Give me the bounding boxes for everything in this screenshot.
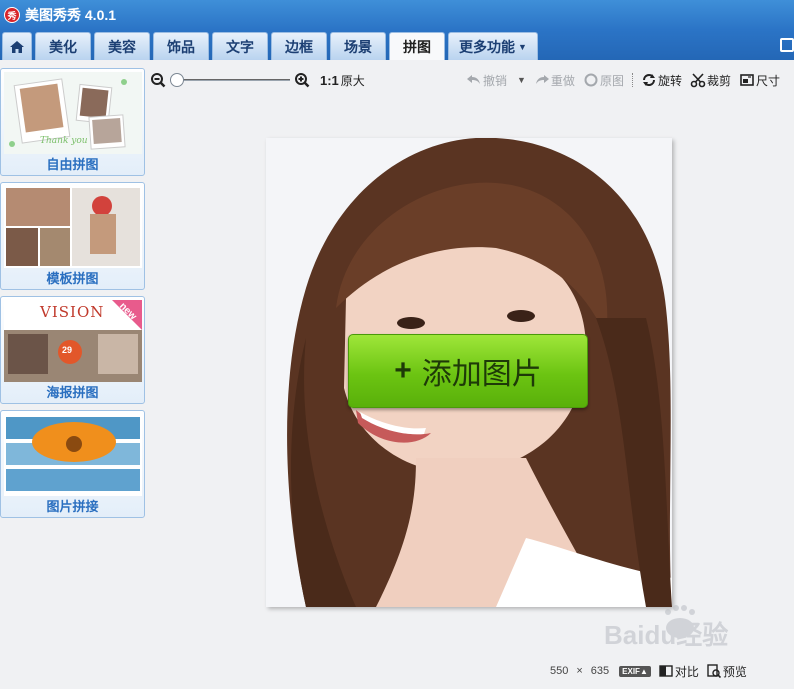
template-collage-thumbnail [4, 186, 142, 268]
sidebar-item-image-stitch[interactable]: 图片拼接 [0, 410, 145, 518]
add-image-label: 添加图片 [421, 358, 542, 391]
sidebar-item-free-collage[interactable]: Thank you 自由拼图 [0, 68, 145, 176]
original-icon [584, 73, 598, 87]
tab-scene[interactable]: 场景 [330, 32, 386, 60]
zoom-slider[interactable] [170, 72, 290, 88]
tab-beautify[interactable]: 美化 [35, 32, 91, 60]
undo-label: 撤销 [482, 73, 507, 88]
original-size-button[interactable]: 原大 [341, 72, 365, 89]
poster-title-text: VISION [40, 303, 105, 321]
original-label: 原图 [599, 73, 624, 88]
thumb-caption: Thank you [40, 136, 88, 146]
preview-button[interactable]: 预览 [707, 663, 747, 680]
tab-text[interactable]: 文字 [212, 32, 268, 60]
poster-number-text: 29 [62, 345, 73, 355]
resize-icon [740, 74, 754, 86]
resize-button[interactable]: 尺寸 [739, 72, 780, 89]
chevron-down-icon: ▼ [518, 41, 527, 52]
sidebar-item-template-collage[interactable]: 模板拼图 [0, 182, 145, 290]
zoom-slider-knob[interactable] [170, 73, 184, 87]
title-bar: 秀 美图秀秀 4.0.1 [0, 0, 794, 30]
original-image-button[interactable]: 原图 [583, 72, 624, 89]
crop-label: 裁剪 [706, 73, 731, 88]
undo-button[interactable]: 撤销 [466, 72, 507, 89]
tab-more[interactable]: 更多功能 ▼ [448, 32, 538, 60]
toolbar-divider [631, 73, 633, 87]
exif-button[interactable]: EXIF▲ [619, 665, 651, 677]
tab-decor[interactable]: 饰品 [153, 32, 209, 60]
home-icon [10, 40, 24, 53]
tab-collage[interactable]: 拼图 [389, 32, 445, 60]
edit-toolbar: 1:1 原大 撤销 ▼ 重做 原图 旋转 裁剪 尺寸 [150, 68, 794, 92]
preview-icon [707, 664, 721, 678]
plus-icon: + [394, 354, 412, 387]
rotate-label: 旋转 [657, 73, 682, 88]
dimension-separator: × [576, 665, 583, 677]
compare-icon [659, 665, 673, 677]
free-collage-thumbnail: Thank you [4, 72, 142, 154]
preview-label: 预览 [722, 664, 747, 679]
sidebar-item-label: 图片拼接 [46, 499, 99, 514]
tab-frame[interactable]: 边框 [271, 32, 327, 60]
sidebar-item-label: 模板拼图 [46, 271, 99, 286]
image-stitch-thumbnail [4, 414, 142, 496]
baidu-watermark: Baidu经验 [604, 605, 728, 650]
app-logo-icon: 秀 [4, 7, 20, 23]
zoom-in-icon[interactable] [294, 72, 310, 88]
compare-label: 对比 [674, 664, 699, 679]
compare-button[interactable]: 对比 [659, 663, 699, 680]
rotate-icon [642, 74, 655, 86]
main-tab-bar: 美化 美容 饰品 文字 边框 场景 拼图 更多功能 ▼ [0, 30, 794, 60]
watermark-text: Baidu经验 [604, 620, 728, 650]
add-image-button[interactable]: + 添加图片 [348, 334, 588, 408]
sidebar-item-poster-collage[interactable]: VISION 29 new 海报拼图 [0, 296, 145, 404]
app-title: 美图秀秀 4.0.1 [25, 7, 117, 23]
sidebar-item-label: 海报拼图 [46, 385, 99, 400]
collage-sidebar: Thank you 自由拼图 模板拼图 VISION 29 new 海报拼图 图… [0, 68, 146, 524]
tab-home[interactable] [2, 32, 32, 60]
zoom-out-icon[interactable] [150, 72, 166, 88]
undo-dropdown-icon[interactable]: ▼ [517, 75, 526, 85]
redo-label: 重做 [550, 73, 575, 88]
tab-more-label: 更多功能 [459, 38, 516, 55]
image-height: 635 [590, 665, 610, 677]
poster-collage-thumbnail: VISION 29 new [4, 300, 142, 382]
undo-icon [466, 75, 480, 84]
tab-face[interactable]: 美容 [94, 32, 150, 60]
image-width: 550 [550, 665, 569, 677]
redo-icon [535, 75, 549, 84]
sidebar-item-label: 自由拼图 [46, 157, 99, 172]
resize-label: 尺寸 [755, 73, 780, 88]
folder-icon[interactable] [780, 38, 794, 52]
rotate-button[interactable]: 旋转 [641, 72, 682, 89]
zoom-ratio-button[interactable]: 1:1 [320, 73, 339, 88]
zoom-slider-track [170, 79, 290, 81]
redo-button[interactable]: 重做 [534, 72, 575, 89]
status-bar: 550 × 635 EXIF▲ 对比 预览 [550, 660, 794, 682]
scissors-icon [690, 73, 706, 88]
crop-button[interactable]: 裁剪 [690, 72, 731, 89]
